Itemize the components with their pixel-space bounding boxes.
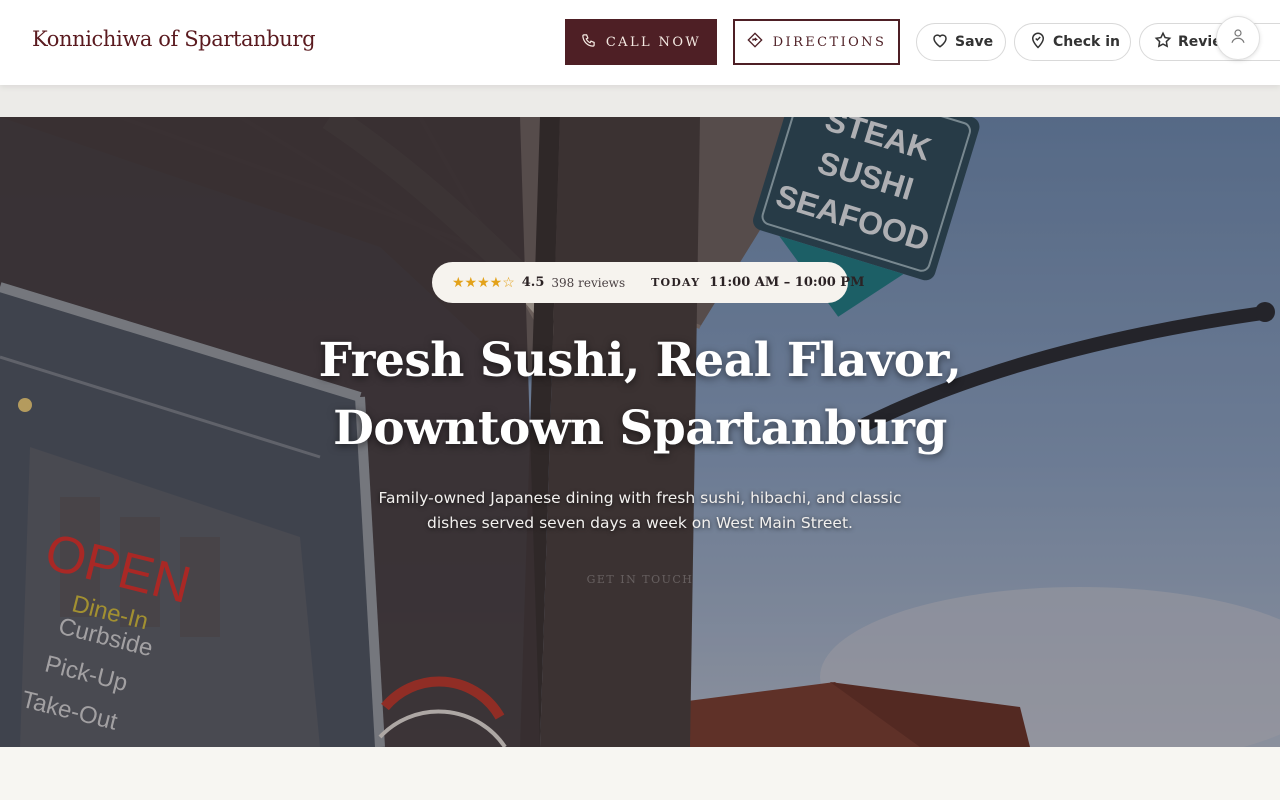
phone-icon — [581, 33, 596, 52]
user-menu-button[interactable] — [1216, 16, 1260, 60]
directions-icon — [747, 32, 763, 52]
heart-icon — [931, 31, 949, 53]
directions-label: DIRECTIONS — [772, 34, 887, 50]
map-pin-icon — [1029, 31, 1047, 53]
save-label: Save — [955, 34, 994, 50]
save-button[interactable]: Save — [916, 23, 1006, 61]
site-header: Konnichiwa of Spartanburg CALL NOW DIREC… — [0, 0, 1280, 85]
rating-value: 4.5 — [521, 275, 545, 290]
review-count[interactable]: 398 reviews — [551, 276, 625, 290]
hero-title: Fresh Sushi, Real Flavor, Downtown Spart… — [318, 333, 962, 456]
check-in-button[interactable]: Check in — [1014, 23, 1131, 61]
check-in-label: Check in — [1053, 34, 1120, 50]
hero-section: OPEN Dine-In Curbside Pick-Up Take-Out S… — [0, 117, 1280, 747]
today-hours: 11:00 AM – 10:00 PM — [709, 275, 865, 290]
star-icon — [1154, 31, 1172, 53]
directions-button[interactable]: DIRECTIONS — [733, 19, 900, 65]
rating-hours-badge: ★★★★☆ 4.5 398 reviews TODAY 11:00 AM – 1… — [432, 262, 864, 303]
rating-stars: ★★★★☆ — [452, 274, 515, 291]
user-icon — [1229, 27, 1247, 49]
header-spacer — [0, 85, 1280, 117]
today-label: TODAY — [651, 276, 701, 289]
hero-faint-label: GET IN TOUCH — [586, 573, 694, 586]
hero-subtitle: Family-owned Japanese dining with fresh … — [378, 489, 902, 532]
brand-name[interactable]: Konnichiwa of Spartanburg — [32, 27, 316, 51]
below-hero-section — [0, 747, 1280, 800]
call-now-label: CALL NOW — [605, 34, 702, 50]
call-now-button[interactable]: CALL NOW — [565, 19, 717, 65]
